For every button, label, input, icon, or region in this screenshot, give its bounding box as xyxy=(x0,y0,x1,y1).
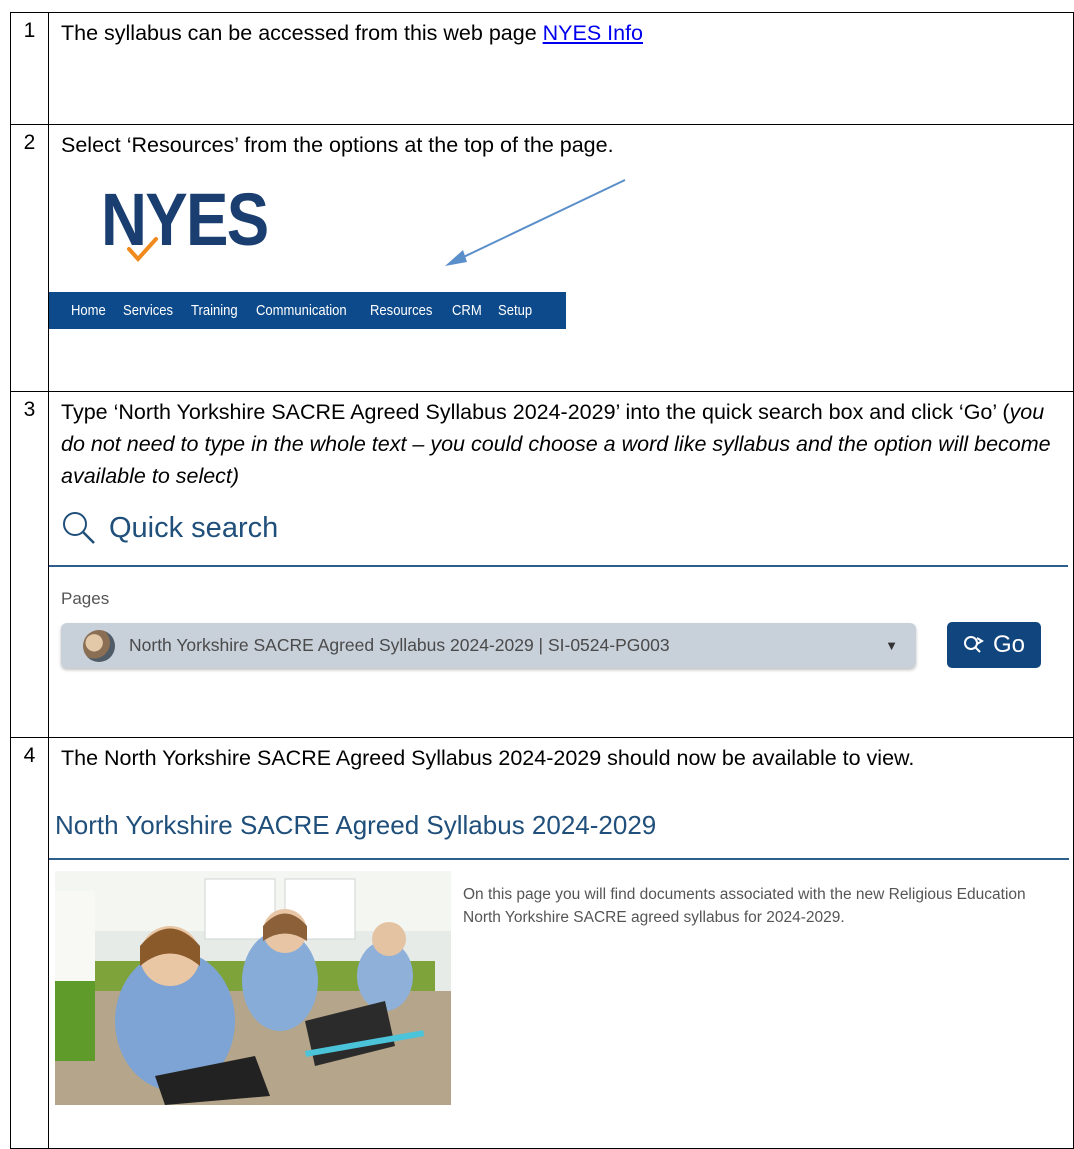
pages-select[interactable]: North Yorkshire SACRE Agreed Syllabus 20… xyxy=(61,623,916,668)
step-number: 3 xyxy=(23,398,36,421)
step-content-cell: Select ‘Resources’ from the options at t… xyxy=(48,124,1074,392)
nav-item-resources[interactable]: Resources xyxy=(370,303,432,319)
nav-item-crm[interactable]: CRM xyxy=(452,303,482,319)
syllabus-page-title: North Yorkshire SACRE Agreed Syllabus 20… xyxy=(55,810,657,840)
nyes-screenshot: NYES Home Services Training Communicatio… xyxy=(49,161,1073,391)
divider xyxy=(49,858,1069,860)
page-thumbnail xyxy=(83,629,115,662)
arrow-icon xyxy=(445,179,626,266)
go-label: Go xyxy=(992,631,1025,658)
step-number: 1 xyxy=(23,19,36,42)
quick-search-title: Quick search xyxy=(109,512,279,544)
step-content-cell: Type ‘North Yorkshire SACRE Agreed Sylla… xyxy=(48,391,1074,738)
chevron-down-icon: ▼ xyxy=(885,638,898,653)
syllabus-description: On this page you will find documents ass… xyxy=(463,886,1026,926)
nav-item-home[interactable]: Home xyxy=(71,303,106,319)
divider xyxy=(49,565,1068,567)
step-content-cell: The syllabus can be accessed from this w… xyxy=(48,12,1074,125)
search-icon xyxy=(63,512,95,544)
step-row-2: 2 Select ‘Resources’ from the options at… xyxy=(10,124,1074,392)
go-button[interactable]: Go xyxy=(947,622,1041,668)
pages-label: Pages xyxy=(61,589,110,608)
step-row-4: 4 The North Yorkshire SACRE Agreed Sylla… xyxy=(10,737,1074,1149)
selected-page-text: North Yorkshire SACRE Agreed Syllabus 20… xyxy=(129,635,670,655)
nyes-info-link[interactable]: NYES Info xyxy=(543,21,643,45)
quick-search-screenshot: Quick search Pages North Yorkshire SACRE… xyxy=(49,492,1073,737)
step-row-1: 1 The syllabus can be accessed from this… xyxy=(10,12,1074,125)
classroom-photo-illustration xyxy=(55,871,451,1105)
step-number-cell: 1 xyxy=(10,12,49,125)
nav-item-communication[interactable]: Communication xyxy=(256,303,347,319)
step-number-cell: 4 xyxy=(10,737,49,1149)
step-row-3: 3 Type ‘North Yorkshire SACRE Agreed Syl… xyxy=(10,391,1074,738)
step-number-cell: 2 xyxy=(10,124,49,392)
nav-bar: Home Services Training Communication Res… xyxy=(49,292,566,329)
go-icon xyxy=(963,636,984,653)
step-text-main: Type ‘North Yorkshire SACRE Agreed Sylla… xyxy=(61,400,1010,424)
step-number: 2 xyxy=(23,131,36,154)
step-text: The syllabus can be accessed from this w… xyxy=(49,13,1073,49)
syllabus-page-screenshot: North Yorkshire SACRE Agreed Syllabus 20… xyxy=(49,738,1073,1128)
step-text: The North Yorkshire SACRE Agreed Syllabu… xyxy=(61,746,915,770)
step-content-cell: The North Yorkshire SACRE Agreed Syllabu… xyxy=(48,737,1074,1149)
instruction-table: 1 The syllabus can be accessed from this… xyxy=(10,12,1074,1149)
nav-item-setup[interactable]: Setup xyxy=(498,303,532,319)
step-text: Select ‘Resources’ from the options at t… xyxy=(61,133,614,157)
nav-item-training[interactable]: Training xyxy=(191,303,238,319)
step-number-cell: 3 xyxy=(10,391,49,738)
tick-icon xyxy=(127,237,158,262)
classroom-photo xyxy=(55,871,451,1105)
step-number: 4 xyxy=(23,744,36,767)
step-text-prefix: The syllabus can be accessed from this w… xyxy=(61,21,543,45)
step-text: Type ‘North Yorkshire SACRE Agreed Sylla… xyxy=(49,392,1073,492)
nav-item-services[interactable]: Services xyxy=(123,303,173,319)
